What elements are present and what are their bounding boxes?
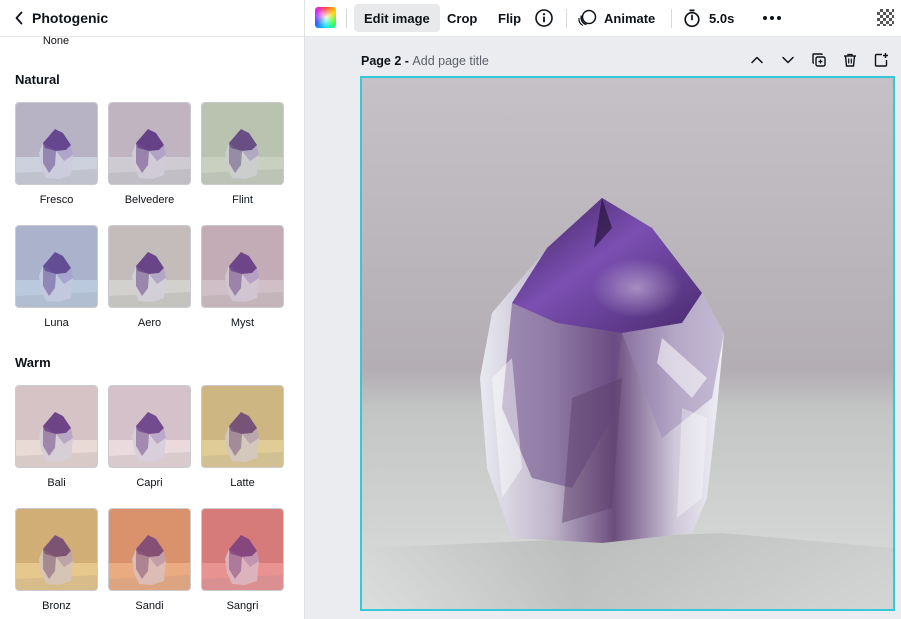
- filter-thumbnail[interactable]: [201, 508, 284, 591]
- filter-bronz[interactable]: Bronz: [15, 508, 98, 612]
- filter-myst[interactable]: Myst: [201, 225, 284, 329]
- animate-icon: [577, 9, 597, 27]
- filter-thumbnail[interactable]: [15, 385, 98, 468]
- page-title[interactable]: Page 2 - Add page title: [361, 54, 489, 68]
- filter-label: Luna: [44, 317, 69, 329]
- filter-label: Capri: [136, 477, 163, 489]
- filter-aero[interactable]: Aero: [108, 225, 191, 329]
- filter-thumbnail[interactable]: [15, 225, 98, 308]
- trash-icon[interactable]: [841, 50, 859, 70]
- filter-label: Flint: [232, 194, 253, 206]
- photo-editor: Photogenic None Natural Warm Fresco Belve…: [0, 0, 901, 619]
- page-title-placeholder[interactable]: Add page title: [412, 54, 488, 68]
- filter-label: Sangri: [226, 600, 259, 612]
- transparency-icon[interactable]: [877, 9, 894, 26]
- page-name: Page 2 -: [361, 54, 413, 68]
- filter-thumbnail[interactable]: [108, 225, 191, 308]
- filter-thumbnail[interactable]: [108, 385, 191, 468]
- info-icon[interactable]: [534, 0, 554, 36]
- filter-bali[interactable]: Bali: [15, 385, 98, 489]
- filter-thumbnail[interactable]: [201, 225, 284, 308]
- more-icon[interactable]: [762, 0, 782, 36]
- section-title-natural: Natural: [15, 72, 60, 87]
- timer-icon: [683, 8, 701, 28]
- toolbar: Edit image Crop Flip Animate 5.0s: [305, 0, 901, 37]
- filter-panel: Photogenic None Natural Warm Fresco Belve…: [0, 0, 305, 619]
- edit-image-button[interactable]: Edit image: [354, 4, 440, 32]
- panel-title[interactable]: Photogenic: [32, 10, 108, 26]
- crystal-photo[interactable]: [362, 78, 893, 609]
- filter-sandi[interactable]: Sandi: [108, 508, 191, 612]
- filter-belvedere[interactable]: Belvedere: [108, 102, 191, 206]
- filter-label: Latte: [230, 477, 255, 489]
- filter-thumbnail[interactable]: [108, 508, 191, 591]
- toolbar-divider: [566, 9, 567, 28]
- chevron-down-icon[interactable]: [779, 50, 797, 70]
- filter-luna[interactable]: Luna: [15, 225, 98, 329]
- flip-button[interactable]: Flip: [498, 0, 521, 36]
- filter-label: Fresco: [39, 194, 74, 206]
- chevron-up-icon[interactable]: [748, 50, 766, 70]
- toolbar-divider: [671, 9, 672, 28]
- animate-button[interactable]: Animate: [577, 0, 655, 36]
- filter-label-none: None: [42, 35, 70, 47]
- filter-label: Aero: [137, 317, 162, 329]
- filter-label: Myst: [230, 317, 255, 329]
- filter-capri[interactable]: Capri: [108, 385, 191, 489]
- section-title-warm: Warm: [15, 355, 51, 370]
- filter-latte[interactable]: Latte: [201, 385, 284, 489]
- filter-label: Belvedere: [124, 194, 175, 206]
- filter-sangri[interactable]: Sangri: [201, 508, 284, 612]
- filter-thumbnail[interactable]: [201, 385, 284, 468]
- duration-label: 5.0s: [709, 10, 735, 26]
- filter-label: Bali: [47, 477, 66, 489]
- filter-thumbnail[interactable]: [15, 102, 98, 185]
- filter-flint[interactable]: Flint: [201, 102, 284, 206]
- filter-thumbnail[interactable]: [108, 102, 191, 185]
- filter-label: Sandi: [135, 600, 164, 612]
- filter-thumbnail[interactable]: [201, 102, 284, 185]
- animate-label: Animate: [604, 10, 656, 26]
- panel-header: Photogenic: [0, 0, 304, 37]
- add-page-icon[interactable]: [872, 50, 890, 70]
- duplicate-icon[interactable]: [810, 50, 828, 70]
- color-adjust-swatch[interactable]: [315, 7, 336, 28]
- toolbar-divider: [346, 9, 347, 28]
- filter-thumbnail[interactable]: [15, 508, 98, 591]
- filter-fresco[interactable]: Fresco: [15, 102, 98, 206]
- design-page[interactable]: [360, 76, 895, 611]
- duration-button[interactable]: 5.0s: [683, 0, 734, 36]
- chevron-left-icon[interactable]: [12, 11, 26, 25]
- canvas-area: Page 2 - Add page title: [305, 37, 901, 619]
- filter-label: Bronz: [42, 600, 71, 612]
- crop-button[interactable]: Crop: [447, 0, 477, 36]
